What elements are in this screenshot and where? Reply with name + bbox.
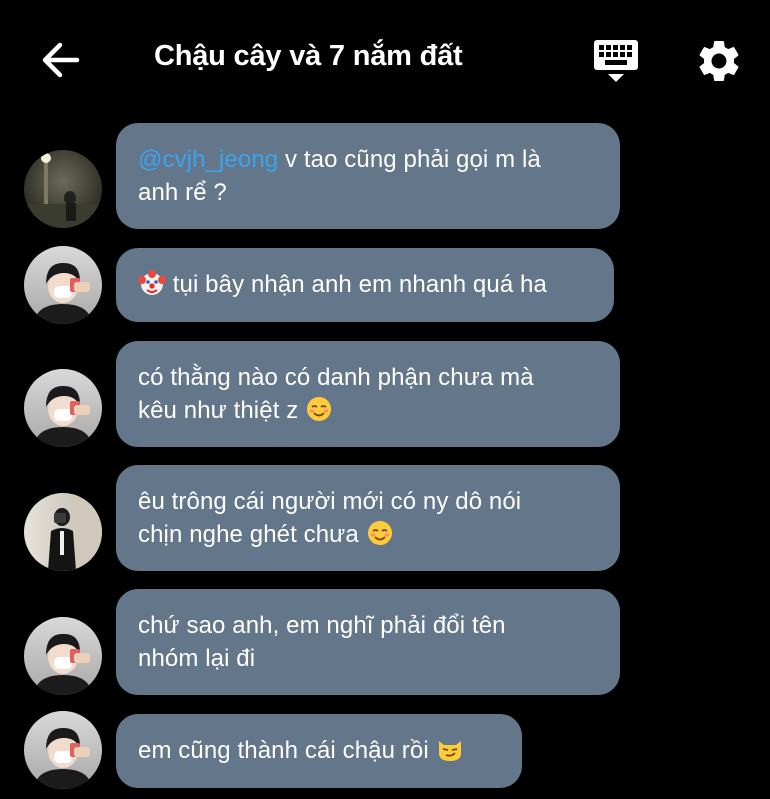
keyboard-icon [594, 40, 638, 82]
avatar[interactable] [24, 150, 102, 228]
smiling-face-emoji [367, 521, 392, 545]
avatar-image [24, 493, 102, 571]
message-text: v tao cũng phải gọi m là [278, 146, 541, 173]
avatar-image [24, 369, 102, 447]
message-bubble: tụi bây nhận anh em nhanh quá ha [116, 248, 614, 322]
avatar[interactable] [24, 711, 102, 789]
message-text: kêu như thiệt z [138, 397, 306, 424]
avatar-image [24, 150, 102, 228]
avatar[interactable] [24, 369, 102, 447]
avatar-image [24, 711, 102, 789]
back-button[interactable] [36, 38, 84, 82]
arrow-left-icon [42, 42, 80, 78]
message-line: nhóm lại đi [138, 645, 256, 672]
message-line: tụi bây nhận anh em nhanh quá ha [138, 268, 592, 301]
clown-face-emoji [138, 270, 166, 295]
message-line: em cũng thành cái chậu rồi [138, 734, 500, 767]
chat-header: Chậu cây và 7 nắm đất [0, 0, 770, 118]
message-line: @cvjh_jeong v tao cũng phải gọi m là [138, 143, 598, 176]
message-line: kêu như thiệt z [138, 394, 598, 427]
message-line: chịn nghe ghét chưa [138, 518, 598, 551]
message-bubble: có thằng nào có danh phận chưa mà kêu nh… [116, 341, 620, 447]
message-text: em cũng thành cái chậu rồi [138, 737, 436, 764]
settings-button[interactable] [694, 36, 744, 86]
message-text: tụi bây nhận anh em nhanh quá ha [166, 271, 547, 298]
keyboard-button[interactable] [592, 38, 640, 84]
avatar[interactable] [24, 493, 102, 571]
message-bubble: em cũng thành cái chậu rồi [116, 714, 522, 788]
chat-title: Chậu cây và 7 nắm đất [154, 40, 463, 72]
message-line: anh rể ? [138, 179, 227, 206]
smiling-face-emoji [307, 397, 332, 421]
message-line: có thằng nào có danh phận chưa mà [138, 364, 534, 391]
message-bubble: chứ sao anh, em nghĩ phải đổi tên nhóm l… [116, 589, 620, 695]
smirking-cat-emoji [438, 741, 461, 761]
avatar[interactable] [24, 246, 102, 324]
gear-icon [699, 40, 739, 81]
avatar[interactable] [24, 617, 102, 695]
message-bubble: @cvjh_jeong v tao cũng phải gọi m là anh… [116, 123, 620, 229]
avatar-image [24, 246, 102, 324]
message-line: chứ sao anh, em nghĩ phải đổi tên [138, 612, 506, 639]
message-line: êu trông cái người mới có ny dô nói [138, 488, 522, 515]
mention-link[interactable]: @cvjh_jeong [138, 146, 278, 173]
avatar-image [24, 617, 102, 695]
message-bubble: êu trông cái người mới có ny dô nói chịn… [116, 465, 620, 571]
message-text: chịn nghe ghét chưa [138, 521, 366, 548]
